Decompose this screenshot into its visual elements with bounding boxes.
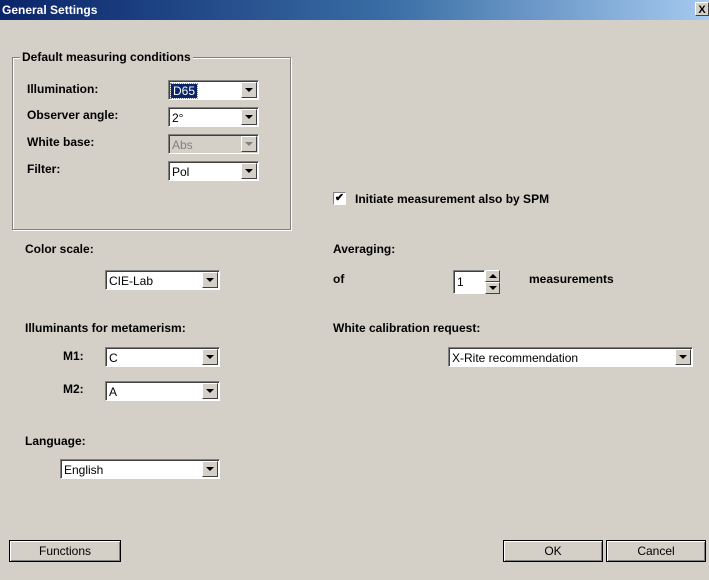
measuring-conditions-title: Default measuring conditions xyxy=(20,50,193,64)
illumination-value: D65 xyxy=(169,83,199,99)
title-bar: General Settings X xyxy=(0,0,709,20)
white-base-value: Abs xyxy=(172,138,193,152)
spin-up-icon[interactable] xyxy=(485,270,500,282)
averaging-count-value: 1 xyxy=(457,275,464,289)
measurements-label: measurements xyxy=(529,272,614,286)
averaging-count-input[interactable]: 1 xyxy=(453,270,485,294)
illumination-select[interactable]: D65 xyxy=(168,80,259,100)
averaging-label: Averaging: xyxy=(333,242,396,256)
color-scale-label: Color scale: xyxy=(25,242,94,256)
observer-angle-select[interactable]: 2° xyxy=(168,107,259,127)
spm-checkbox[interactable]: ✔ xyxy=(333,192,346,205)
spm-label: Initiate measurement also by SPM xyxy=(355,192,550,206)
m1-value: C xyxy=(109,351,118,365)
language-select[interactable]: English xyxy=(60,459,220,479)
window-title: General Settings xyxy=(2,3,98,17)
m2-value: A xyxy=(109,385,118,399)
m2-label: M2: xyxy=(63,382,84,396)
chevron-down-icon[interactable] xyxy=(202,349,218,365)
spin-down-icon[interactable] xyxy=(485,282,500,294)
filter-select[interactable]: Pol xyxy=(168,161,259,181)
chevron-down-icon[interactable] xyxy=(241,109,257,125)
chevron-down-icon xyxy=(241,136,257,152)
filter-value: Pol xyxy=(172,165,190,179)
white-base-label: White base: xyxy=(27,135,95,149)
chevron-down-icon[interactable] xyxy=(202,383,218,399)
averaging-of-label: of xyxy=(333,272,345,286)
language-value: English xyxy=(64,463,104,477)
white-calibration-select[interactable]: X-Rite recommendation xyxy=(448,347,693,367)
white-calibration-label: White calibration request: xyxy=(333,321,481,335)
close-button[interactable]: X xyxy=(695,2,709,16)
white-calibration-value: X-Rite recommendation xyxy=(452,351,579,365)
filter-label: Filter: xyxy=(27,162,61,176)
functions-button[interactable]: Functions xyxy=(9,540,121,562)
language-label: Language: xyxy=(25,434,86,448)
illumination-label: Illumination: xyxy=(27,82,99,96)
chevron-down-icon[interactable] xyxy=(202,272,218,288)
color-scale-select[interactable]: CIE-Lab xyxy=(105,270,220,290)
chevron-down-icon[interactable] xyxy=(202,461,218,477)
ok-button[interactable]: OK xyxy=(503,540,603,562)
m1-label: M1: xyxy=(63,349,84,363)
cancel-button[interactable]: Cancel xyxy=(606,540,706,562)
observer-angle-label: Observer angle: xyxy=(27,108,119,122)
color-scale-value: CIE-Lab xyxy=(109,274,154,288)
chevron-down-icon[interactable] xyxy=(241,82,257,98)
chevron-down-icon[interactable] xyxy=(675,349,691,365)
white-base-select: Abs xyxy=(168,134,259,154)
chevron-down-icon[interactable] xyxy=(241,163,257,179)
observer-angle-value: 2° xyxy=(172,111,184,125)
m1-select[interactable]: C xyxy=(105,347,220,367)
m2-select[interactable]: A xyxy=(105,381,220,401)
metamerism-label: Illuminants for metamerism: xyxy=(25,321,186,335)
